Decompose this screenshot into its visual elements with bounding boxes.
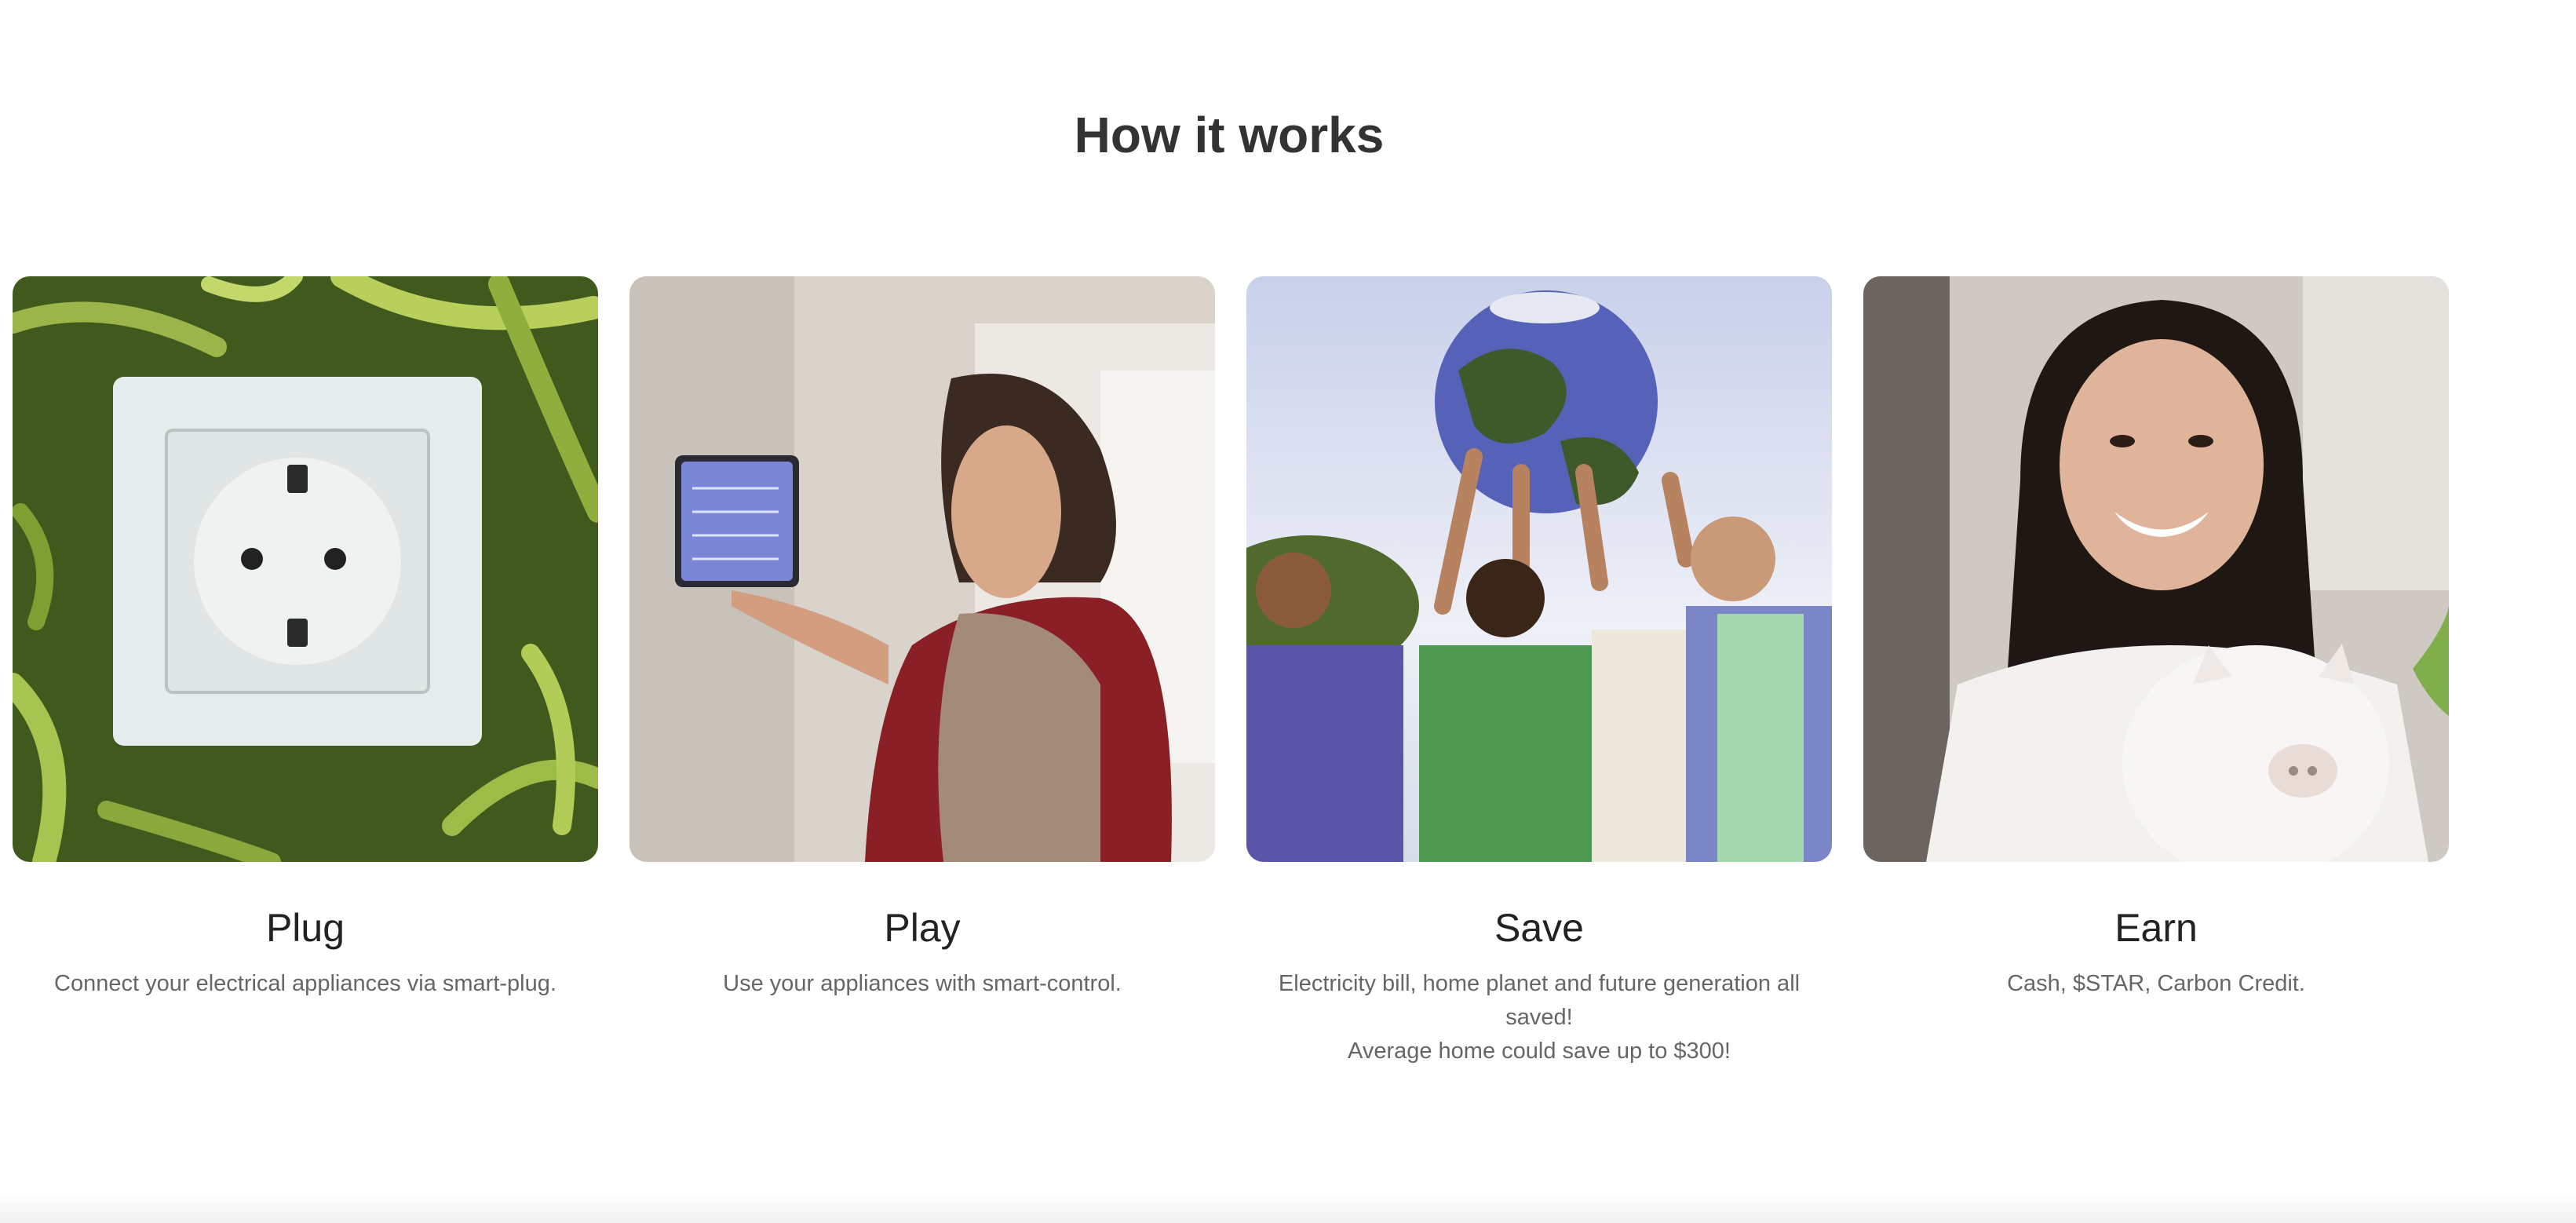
step-description-plug: Connect your electrical appliances via s… — [13, 967, 598, 1001]
plug-image — [13, 276, 598, 862]
step-description-play: Use your appliances with smart-control. — [629, 967, 1215, 1001]
step-card-earn: Earn Cash, $STAR, Carbon Credit. — [1863, 276, 2449, 1068]
play-image — [629, 276, 1215, 862]
description-line: Cash, $STAR, Carbon Credit. — [2007, 971, 2305, 996]
step-description-save: Electricity bill, home planet and future… — [1246, 967, 1832, 1068]
description-line: Average home could save up to $300! — [1348, 1039, 1731, 1064]
earn-image — [1863, 276, 2449, 862]
step-title-plug: Plug — [265, 906, 345, 950]
step-title-save: Save — [1494, 906, 1584, 950]
step-card-play: Play Use your appliances with smart-cont… — [629, 276, 1215, 1068]
description-line: Use your appliances with smart-control. — [723, 971, 1122, 996]
step-title-play: Play — [884, 906, 961, 950]
how-it-works-page: How it works Plug Connect your electrica… — [0, 0, 2576, 1223]
page-bottom-edge — [0, 1192, 2576, 1223]
description-line: Connect your electrical appliances via s… — [54, 971, 556, 996]
save-image — [1246, 276, 1832, 862]
step-title-earn: Earn — [2114, 906, 2198, 950]
step-description-earn: Cash, $STAR, Carbon Credit. — [1863, 967, 2449, 1001]
description-line: Electricity bill, home planet and future… — [1278, 971, 1801, 1030]
step-card-plug: Plug Connect your electrical appliances … — [13, 276, 598, 1068]
steps-row: Plug Connect your electrical appliances … — [13, 276, 2449, 1068]
section-title: How it works — [1074, 107, 1385, 163]
step-card-save: Save Electricity bill, home planet and f… — [1246, 276, 1832, 1068]
